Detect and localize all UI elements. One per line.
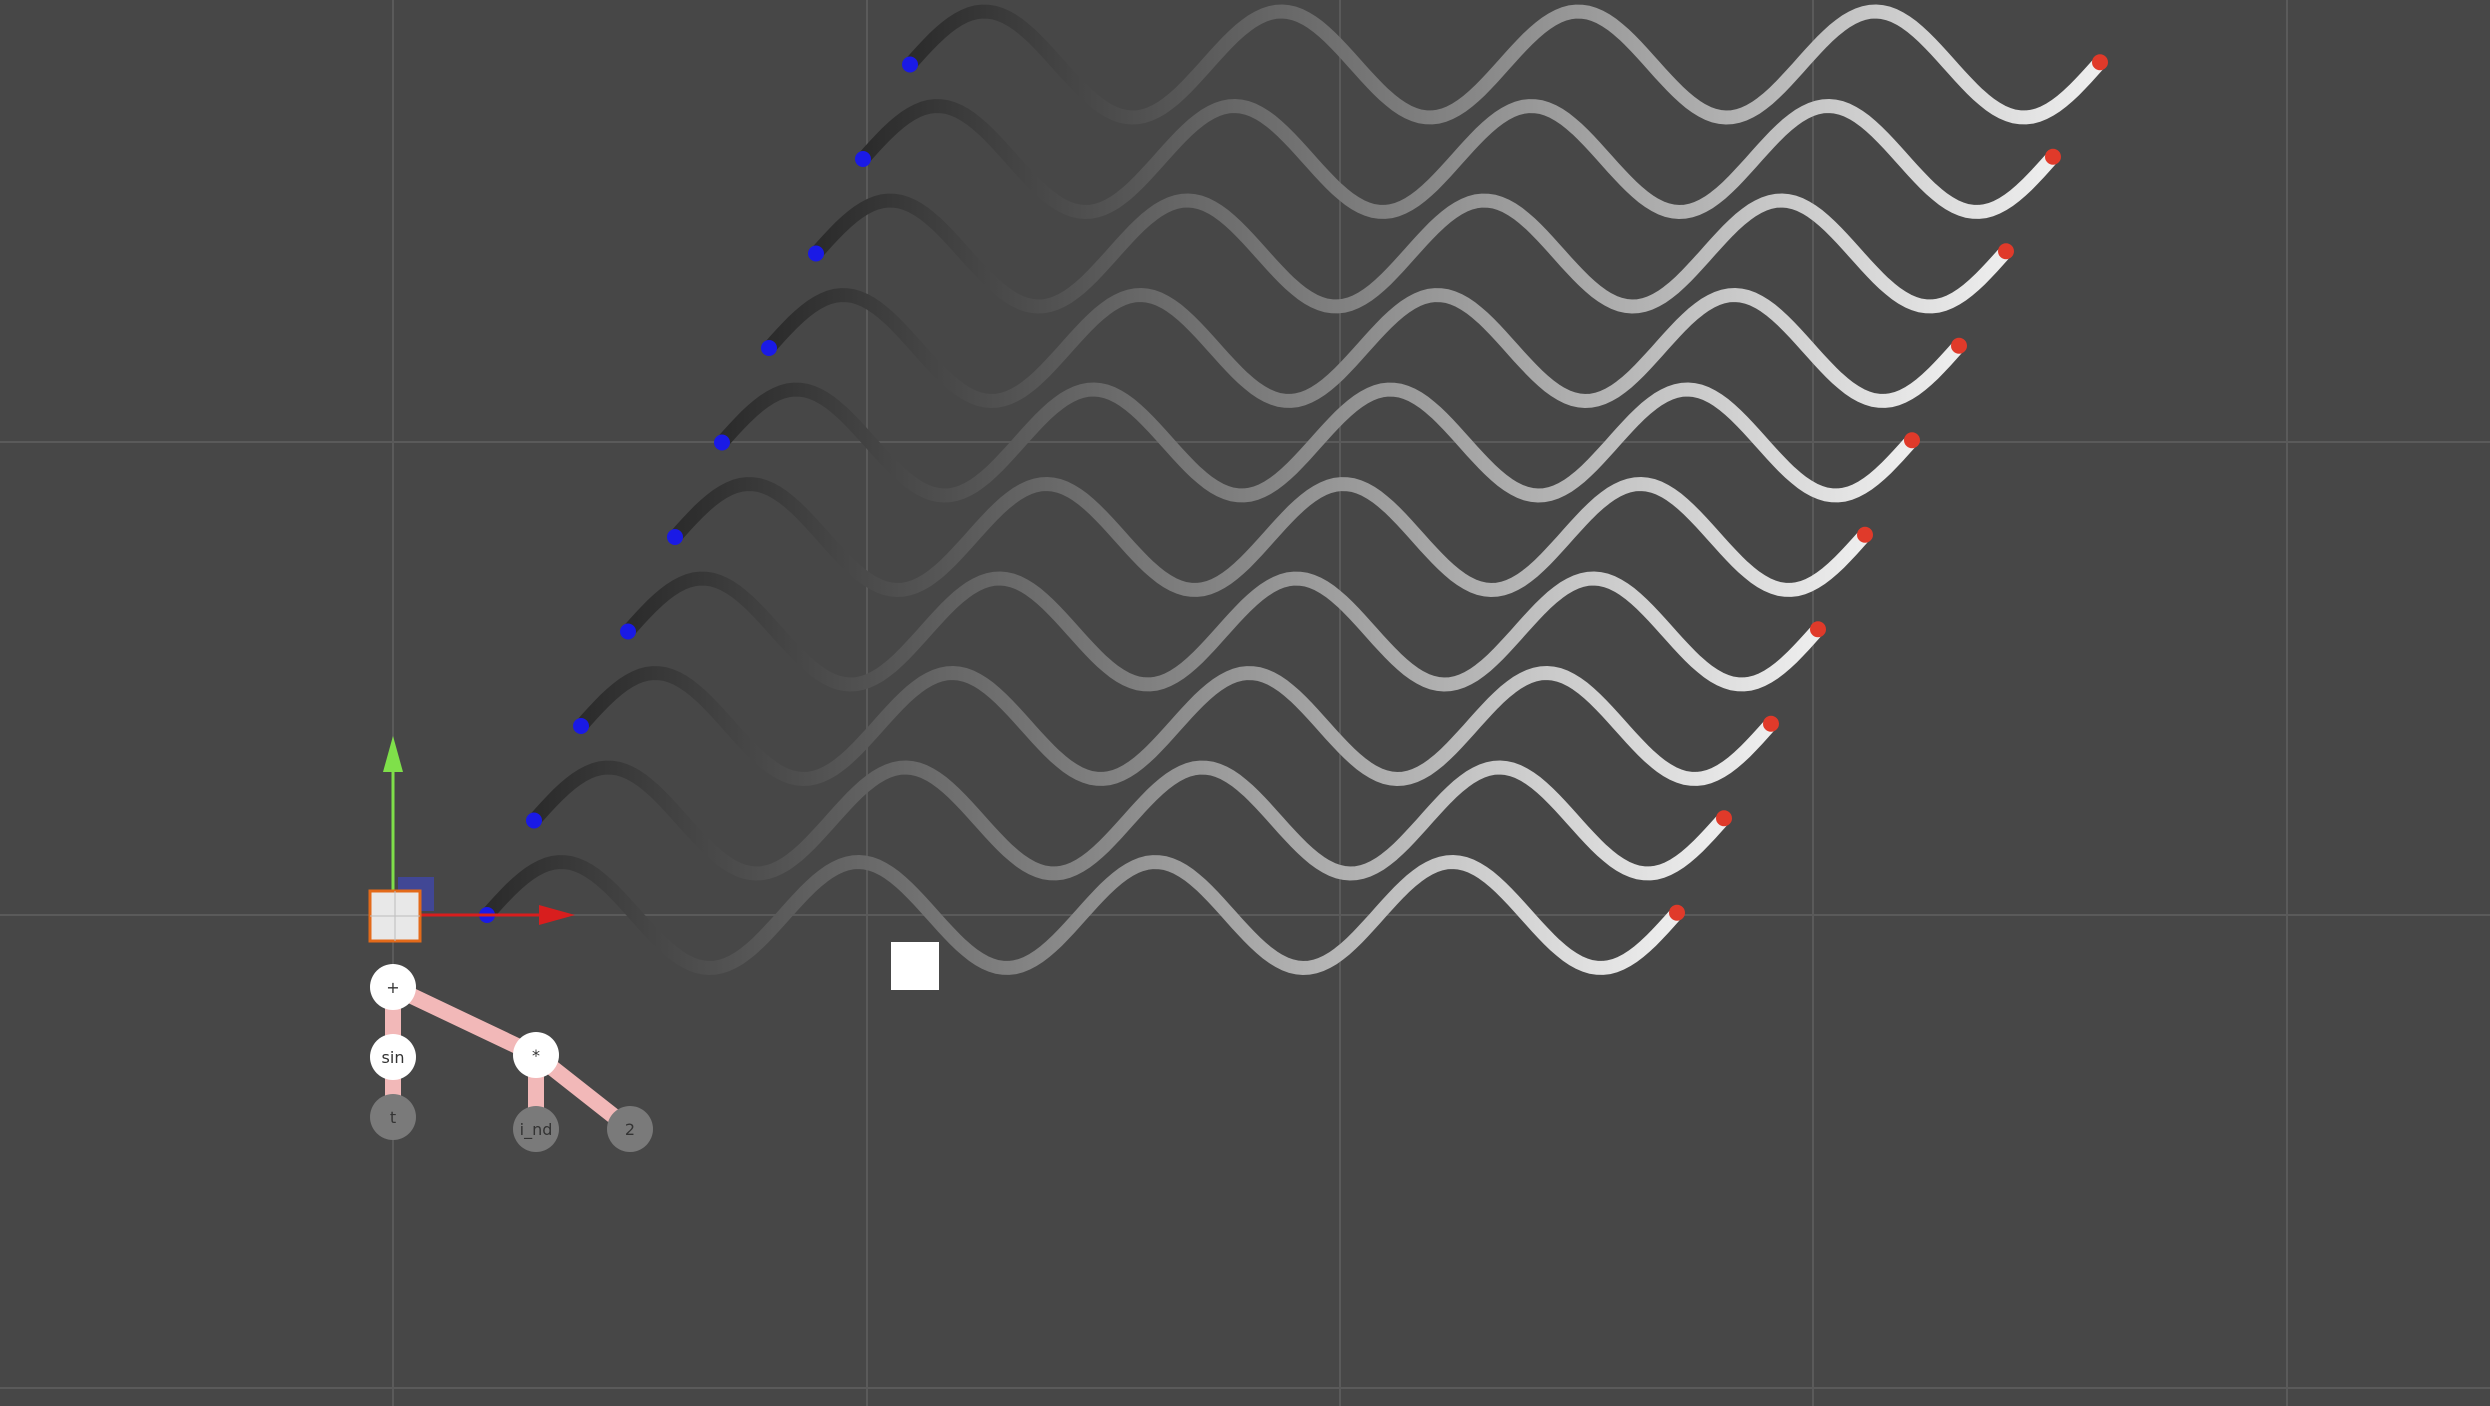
wave-start-cap-9 [902,56,918,73]
tree-node-root[interactable]: + [370,964,416,1010]
wave-end-cap-2 [1763,715,1779,732]
wave-end-cap-1 [1716,810,1732,827]
tree-node-mul-label: * [532,1046,540,1065]
tree-node-t-label: t [390,1108,396,1127]
viewport-background [0,0,2490,1406]
tree-node-sin[interactable]: sin [370,1034,416,1080]
tree-node-i-nd-label: i_nd [520,1120,553,1140]
wave-start-cap-1 [526,812,542,829]
tree-node-two-label: 2 [625,1120,635,1139]
wave-end-cap-4 [1857,526,1873,543]
wave-end-cap-0 [1669,904,1685,921]
wave-start-cap-4 [667,529,683,545]
wave-end-cap-7 [1998,243,2014,260]
tree-node-sin-label: sin [382,1048,405,1067]
tree-node-root-label: + [386,978,399,997]
wave-end-cap-6 [1951,337,1967,354]
scene-canvas[interactable]: + sin * t i_nd 2 [0,0,2490,1406]
tree-node-two[interactable]: 2 [607,1106,653,1152]
tree-node-i-nd[interactable]: i_nd [513,1106,559,1152]
wave-start-cap-2 [573,718,589,734]
wave-end-cap-8 [2045,148,2061,165]
wave-start-cap-5 [714,434,730,451]
wave-end-cap-3 [1810,621,1826,638]
selected-white-square[interactable] [891,942,939,990]
wave-end-cap-5 [1904,432,1920,449]
wave-start-cap-7 [808,245,824,262]
tree-node-mul[interactable]: * [513,1032,559,1078]
wave-start-cap-6 [761,340,777,356]
tree-node-t[interactable]: t [370,1094,416,1140]
scene-viewport[interactable]: + sin * t i_nd 2 [0,0,2490,1406]
wave-start-cap-8 [855,151,871,167]
wave-end-cap-9 [2092,54,2108,71]
wave-start-cap-3 [620,623,636,640]
